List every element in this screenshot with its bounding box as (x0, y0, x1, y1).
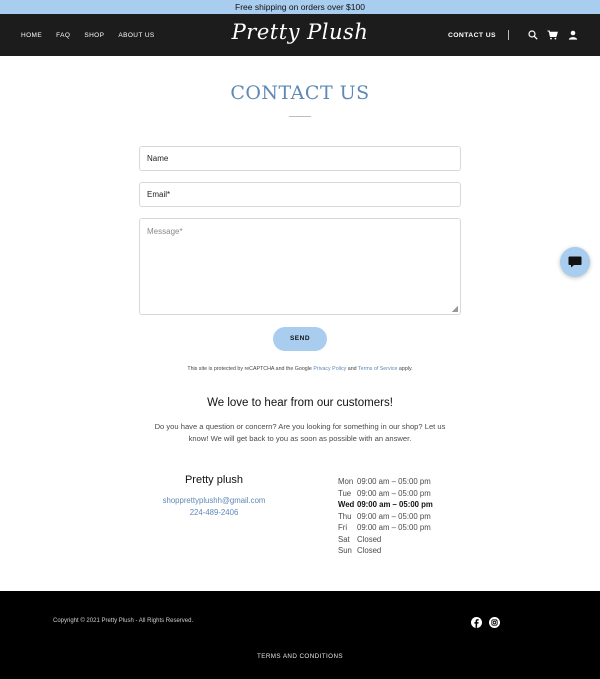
hours-time: 09:00 am – 05:00 pm (357, 500, 433, 509)
recaptcha-middle: and (346, 366, 358, 372)
hours-time: 09:00 am – 05:00 pm (357, 477, 431, 486)
recaptcha-prefix: This site is protected by reCAPTCHA and … (187, 366, 314, 372)
hours-row: Sat Closed (338, 534, 433, 546)
message-placeholder: Message* (147, 227, 183, 236)
terms-and-conditions-link[interactable]: TERMS AND CONDITIONS (0, 653, 600, 660)
site-footer: Copyright © 2021 Pretty Plush - All Righ… (0, 591, 600, 679)
business-name: Pretty plush (184, 474, 244, 486)
nav-divider (508, 30, 509, 40)
opening-hours: Mon 09:00 am – 05:00 pm Tue 09:00 am – 05:… (338, 476, 433, 557)
hours-day: Mon (338, 477, 354, 486)
section-heading: We love to hear from our customers! (207, 397, 393, 409)
title-divider (289, 116, 311, 117)
user-icon[interactable] (567, 30, 578, 41)
hours-row-today: Wed 09:00 am – 05:00 pm (338, 499, 433, 511)
search-icon[interactable] (527, 30, 538, 41)
hours-day: Tue (338, 488, 352, 498)
hours-time: 09:00 am – 05:00 pm (357, 511, 431, 521)
promo-text: Free shipping on orders over $100 (235, 2, 365, 12)
hours-row: Sun Closed (338, 545, 433, 557)
email-field[interactable]: Email* (139, 182, 461, 207)
hours-day: Fri (338, 523, 348, 532)
hours-day: Thu (338, 511, 352, 521)
nav-actions: CONTACT US (448, 14, 578, 56)
hours-row: Tue 09:00 am – 05:00 pm (338, 488, 433, 500)
name-placeholder: Name (147, 154, 169, 163)
hours-time: 09:00 am – 05:00 pm (357, 523, 431, 532)
recaptcha-notice: This site is protected by reCAPTCHA and … (0, 366, 600, 372)
send-button[interactable]: SEND (273, 327, 327, 351)
hours-row: Fri 09:00 am – 05:00 pm (338, 522, 433, 534)
hours-day: Sat (338, 534, 350, 544)
nav-item-contact-us[interactable]: CONTACT US (448, 32, 496, 39)
top-nav: HOME FAQ SHOP ABOUT US Pretty Plush CONT… (0, 14, 600, 56)
hours-time: Closed (357, 534, 382, 544)
terms-of-service-link[interactable]: Terms of Service (358, 366, 397, 372)
email-placeholder: Email* (147, 190, 171, 199)
recaptcha-suffix: apply. (397, 366, 413, 372)
hours-day: Sun (338, 546, 352, 555)
social-links (471, 615, 500, 628)
chat-bubble-icon (568, 256, 582, 268)
business-phone-link[interactable]: 224-489-2406 (140, 507, 288, 519)
instagram-icon[interactable] (489, 615, 500, 628)
name-field[interactable]: Name (139, 146, 461, 171)
section-description: Do you have a question or concern? Are y… (154, 422, 446, 443)
business-info: Pretty plush shopprettyplushh@gmail.com … (140, 474, 288, 518)
facebook-icon[interactable] (471, 615, 482, 628)
business-email-link[interactable]: shopprettyplushh@gmail.com (140, 495, 288, 507)
hours-day: Wed (338, 500, 355, 509)
hours-row: Thu 09:00 am – 05:00 pm (338, 511, 433, 523)
hours-time: 09:00 am – 05:00 pm (357, 488, 431, 498)
promo-banner: Free shipping on orders over $100 (0, 0, 600, 14)
copyright-text: Copyright © 2021 Pretty Plush - All Righ… (53, 618, 194, 624)
chat-button[interactable] (560, 247, 590, 277)
resize-handle[interactable] (452, 306, 458, 312)
page-title: CONTACT US (230, 82, 370, 104)
cart-icon[interactable] (547, 30, 558, 41)
hours-time: Closed (357, 546, 382, 555)
privacy-policy-link[interactable]: Privacy Policy (313, 366, 346, 372)
hours-row: Mon 09:00 am – 05:00 pm (338, 476, 433, 488)
message-field[interactable]: Message* (139, 218, 461, 315)
